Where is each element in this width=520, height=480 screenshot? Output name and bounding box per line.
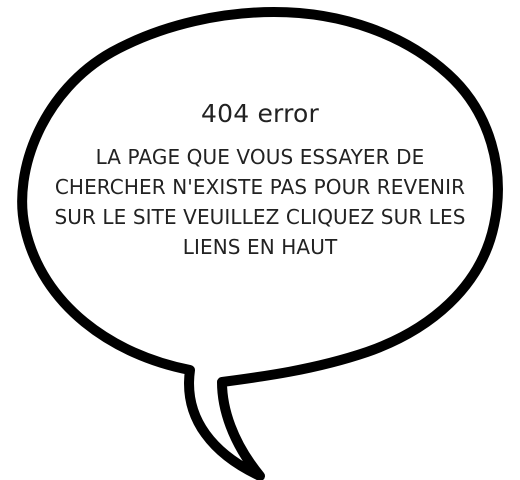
error-content: 404 error LA PAGE QUE VOUS ESSAYER DE CH… (40, 96, 480, 262)
error-title: 404 error (201, 99, 319, 128)
error-page: 404 error LA PAGE QUE VOUS ESSAYER DE CH… (0, 0, 520, 480)
error-message: LA PAGE QUE VOUS ESSAYER DE CHERCHER N'E… (54, 145, 466, 259)
